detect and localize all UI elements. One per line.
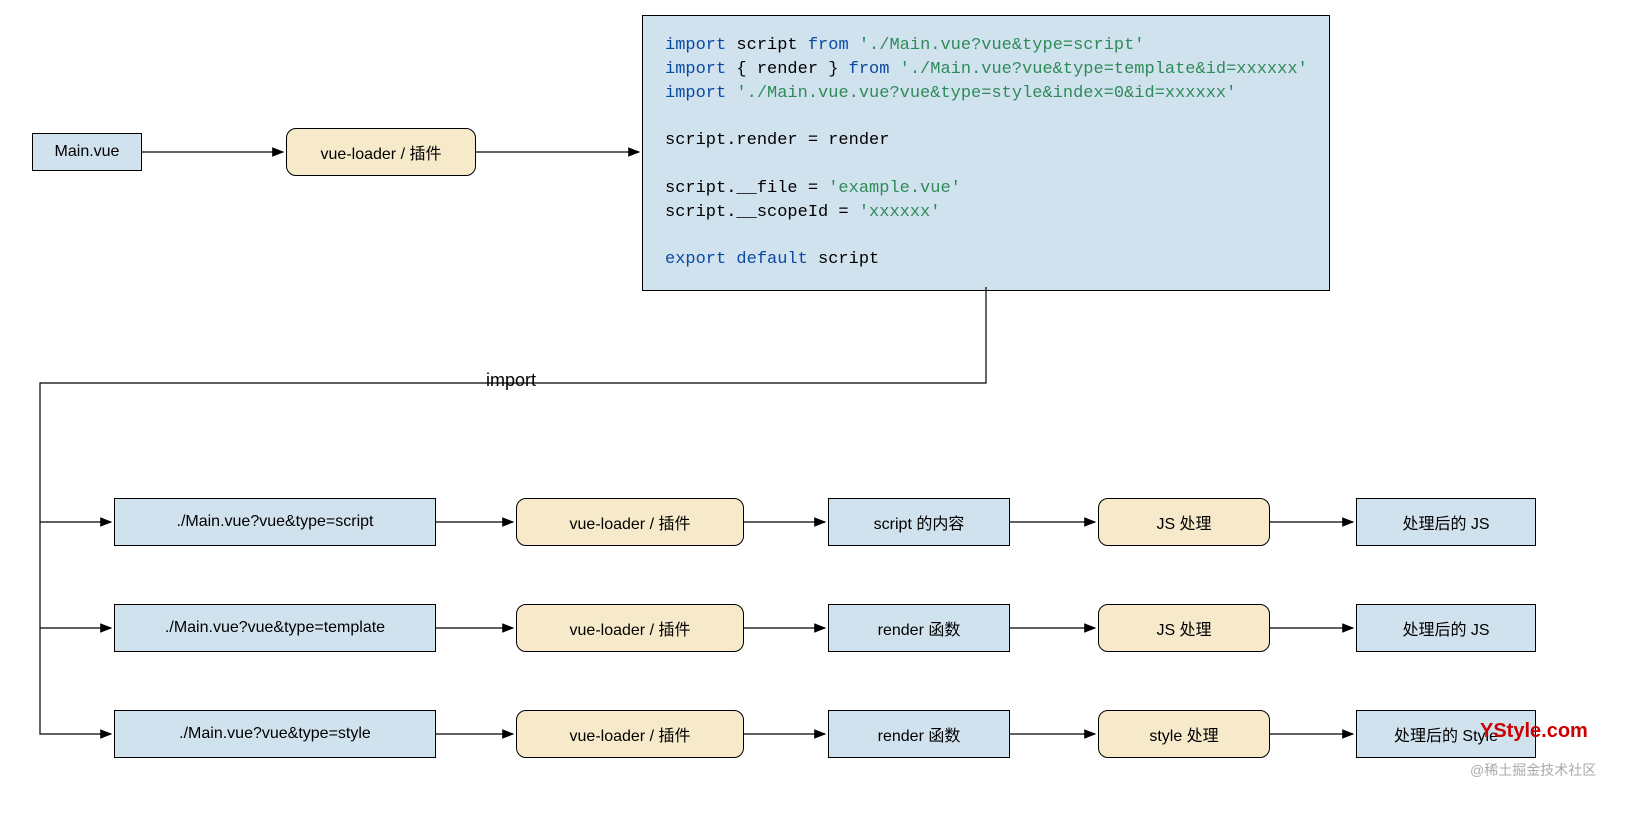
row1-processor: JS 处理 <box>1098 498 1270 546</box>
row1-content-label: script 的内容 <box>874 510 965 534</box>
vue-loader-top-label: vue-loader / 插件 <box>321 140 442 164</box>
row3-loader-label: vue-loader / 插件 <box>570 722 691 746</box>
row2-src-label: ./Main.vue?vue&type=template <box>165 619 385 637</box>
code-line-2: import { render } from './Main.vue?vue&t… <box>665 58 1307 82</box>
row2-content: render 函数 <box>828 604 1010 652</box>
row1-processor-label: JS 处理 <box>1156 510 1211 534</box>
row1-src: ./Main.vue?vue&type=script <box>114 498 436 546</box>
row2-loader-label: vue-loader / 插件 <box>570 616 691 640</box>
main-vue-box: Main.vue <box>32 133 142 171</box>
code-line-7: script.__file = 'example.vue' <box>665 177 1307 201</box>
vue-loader-top: vue-loader / 插件 <box>286 128 476 176</box>
row1-output: 处理后的 JS <box>1356 498 1536 546</box>
row3-src-label: ./Main.vue?vue&type=style <box>179 725 371 743</box>
row3-content-label: render 函数 <box>878 722 961 746</box>
code-box: import script from './Main.vue?vue&type=… <box>642 15 1330 291</box>
row2-processor-label: JS 处理 <box>1156 616 1211 640</box>
row3-processor-label: style 处理 <box>1149 722 1218 746</box>
row1-content: script 的内容 <box>828 498 1010 546</box>
row2-output-label: 处理后的 JS <box>1402 616 1489 640</box>
row1-output-label: 处理后的 JS <box>1402 510 1489 534</box>
code-line-5: script.render = render <box>665 129 1307 153</box>
code-line-8: script.__scopeId = 'xxxxxx' <box>665 201 1307 225</box>
row1-src-label: ./Main.vue?vue&type=script <box>177 513 374 531</box>
code-line-1: import script from './Main.vue?vue&type=… <box>665 34 1307 58</box>
row1-loader-label: vue-loader / 插件 <box>570 510 691 534</box>
row1-loader: vue-loader / 插件 <box>516 498 744 546</box>
code-line-10: export default script <box>665 248 1307 272</box>
row2-output: 处理后的 JS <box>1356 604 1536 652</box>
row2-loader: vue-loader / 插件 <box>516 604 744 652</box>
watermark-grey: @稀土掘金技术社区 <box>1470 760 1596 780</box>
import-label: import <box>480 370 542 391</box>
row3-processor: style 处理 <box>1098 710 1270 758</box>
code-line-3: import './Main.vue.vue?vue&type=style&in… <box>665 82 1307 106</box>
row2-content-label: render 函数 <box>878 616 961 640</box>
watermark-red: YStyle.com <box>1480 720 1588 743</box>
row3-src: ./Main.vue?vue&type=style <box>114 710 436 758</box>
row2-processor: JS 处理 <box>1098 604 1270 652</box>
row2-src: ./Main.vue?vue&type=template <box>114 604 436 652</box>
row3-content: render 函数 <box>828 710 1010 758</box>
main-vue-label: Main.vue <box>55 143 120 161</box>
row3-loader: vue-loader / 插件 <box>516 710 744 758</box>
